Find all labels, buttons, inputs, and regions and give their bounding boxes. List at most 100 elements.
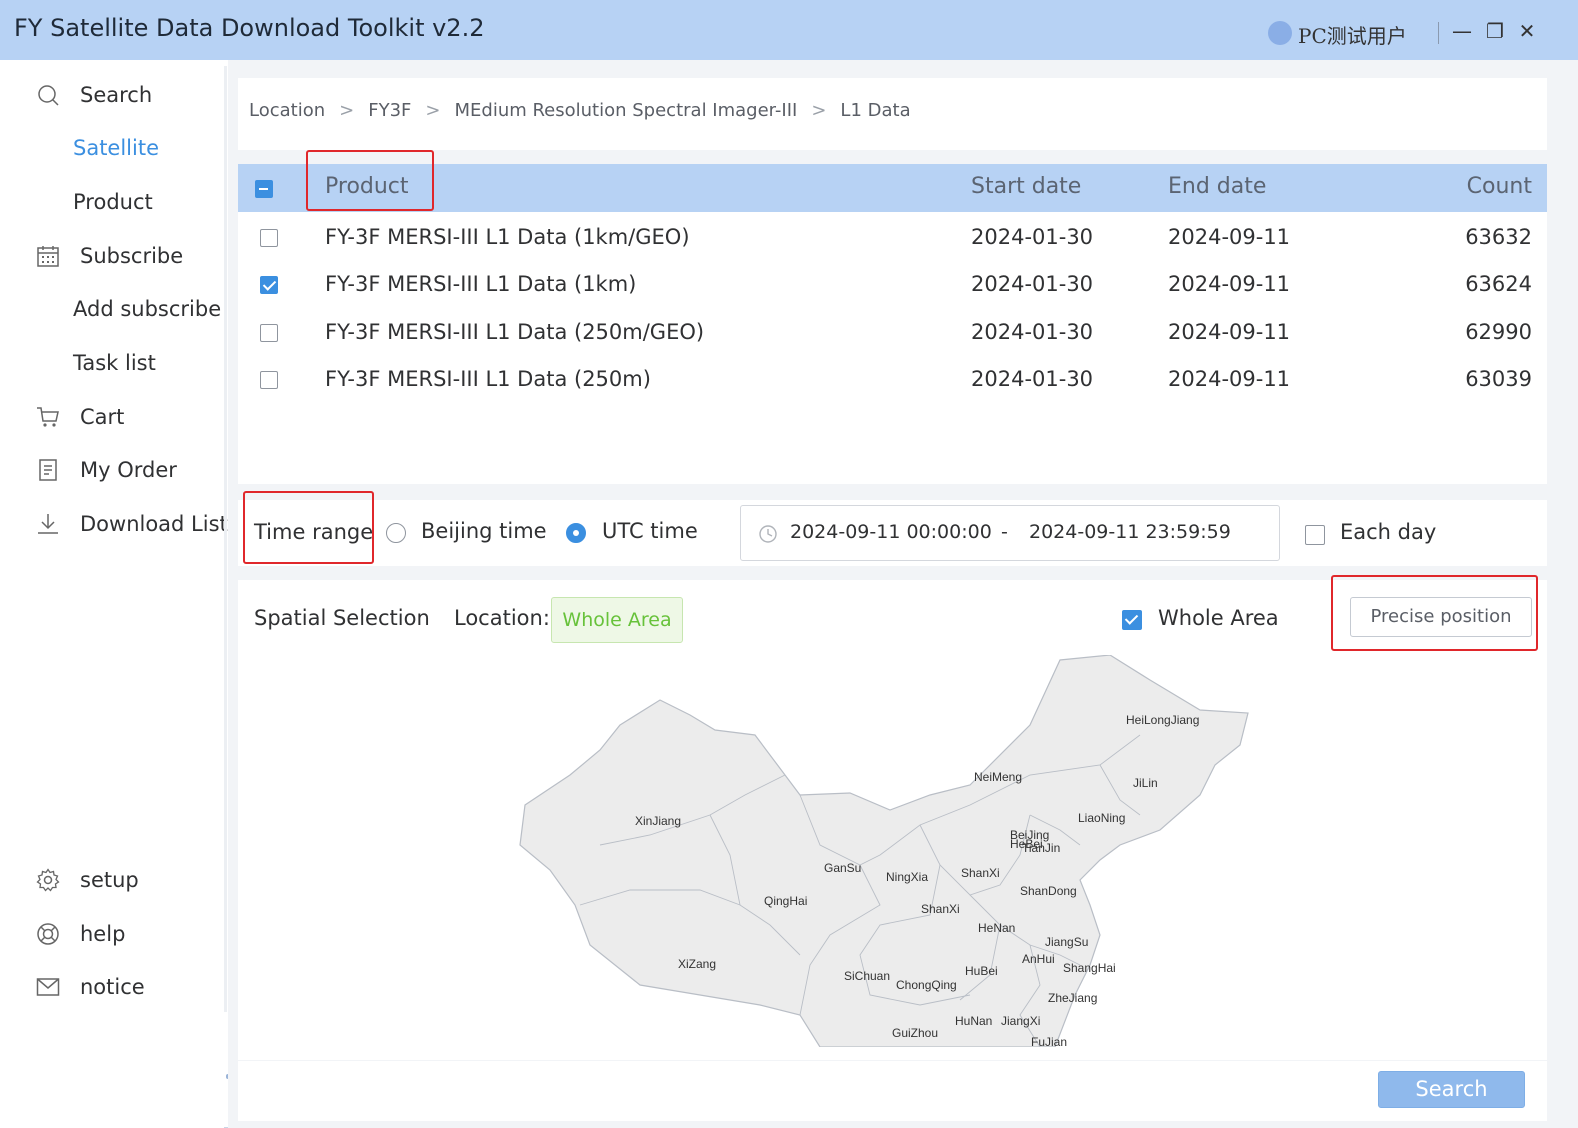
sidebar-item-satellite[interactable]: Satellite xyxy=(73,130,159,166)
breadcrumb-separator: > xyxy=(811,100,827,121)
province-label: AnHui xyxy=(1022,952,1055,966)
sidebar-item-label: My Order xyxy=(80,458,177,482)
precise-position-button[interactable]: Precise position xyxy=(1350,597,1532,637)
province-label: JiangSu xyxy=(1045,935,1088,949)
avatar[interactable] xyxy=(1268,21,1292,45)
breadcrumb-separator: > xyxy=(339,100,355,121)
province-label: ChongQing xyxy=(896,978,957,992)
province-label: ShangHai xyxy=(1063,961,1116,975)
province-label: HeiLongJiang xyxy=(1126,713,1199,727)
cell-end-date: 2024-09-11 xyxy=(1168,225,1291,249)
column-header-count: Count xyxy=(1466,174,1532,199)
table-row[interactable]: FY-3F MERSI-III L1 Data (250m) 2024-01-3… xyxy=(238,356,1547,404)
breadcrumb: Location > FY3F > MEdium Resolution Spectral… xyxy=(249,100,911,121)
location-value-tag: Whole Area xyxy=(551,597,683,643)
province-label: ZheJiang xyxy=(1048,991,1097,1005)
china-map[interactable]: HeiLongJiang JiLin NeiMeng LiaoNing XinJ… xyxy=(500,655,1280,1047)
close-icon[interactable]: ✕ xyxy=(1514,18,1540,44)
cell-product: FY-3F MERSI-III L1 Data (250m) xyxy=(325,367,651,391)
breadcrumb-item-instrument[interactable]: MEdium Resolution Spectral Imager-III xyxy=(454,100,797,121)
cell-start-date: 2024-01-30 xyxy=(971,367,1094,391)
sidebar-item-label: Search xyxy=(80,83,153,107)
maximize-icon[interactable]: ❐ xyxy=(1482,18,1508,44)
province-label: ShanXi xyxy=(921,902,960,916)
each-day-label[interactable]: Each day xyxy=(1340,520,1436,544)
location-label: Location: xyxy=(454,606,550,630)
date-range-separator: - xyxy=(1001,521,1008,543)
breadcrumb-item-satellite[interactable]: FY3F xyxy=(368,100,411,121)
province-label: XiZang xyxy=(678,957,716,971)
cell-start-date: 2024-01-30 xyxy=(971,320,1094,344)
whole-area-label[interactable]: Whole Area xyxy=(1158,606,1279,630)
gear-icon xyxy=(36,868,60,892)
beijing-time-radio[interactable] xyxy=(386,523,406,543)
sidebar-item-label: Subscribe xyxy=(80,244,184,268)
user-name[interactable]: PC测试用户 xyxy=(1298,20,1407,49)
sidebar-item-label: notice xyxy=(80,975,145,999)
province-label: HeNan xyxy=(978,921,1015,935)
sidebar-item-task-list[interactable]: Task list xyxy=(73,345,156,381)
cell-count: 62990 xyxy=(1465,320,1532,344)
table-row[interactable]: FY-3F MERSI-III L1 Data (1km/GEO) 2024-0… xyxy=(238,214,1547,262)
each-day-checkbox[interactable] xyxy=(1305,525,1325,545)
province-label: GanSu xyxy=(824,861,861,875)
province-label: GuiZhou xyxy=(892,1026,938,1040)
mail-icon xyxy=(36,978,60,996)
select-all-checkbox[interactable] xyxy=(255,180,273,198)
cell-end-date: 2024-09-11 xyxy=(1168,320,1291,344)
breadcrumb-item-location[interactable]: Location xyxy=(249,100,325,121)
cart-icon xyxy=(37,407,59,427)
utc-time-label[interactable]: UTC time xyxy=(602,519,698,543)
sidebar-item-label: help xyxy=(80,922,126,946)
row-checkbox[interactable] xyxy=(260,371,278,389)
document-icon xyxy=(39,459,57,481)
search-button[interactable]: Search xyxy=(1378,1071,1525,1108)
sidebar-item-product[interactable]: Product xyxy=(73,184,153,220)
province-label: LiaoNing xyxy=(1078,811,1125,825)
province-label: SiChuan xyxy=(844,969,890,983)
column-header-start-date: Start date xyxy=(971,174,1082,199)
province-label: QingHai xyxy=(764,894,807,908)
utc-time-radio[interactable] xyxy=(566,523,586,543)
footer-bar xyxy=(238,1061,1547,1121)
search-icon xyxy=(38,85,59,106)
province-label: XinJiang xyxy=(635,814,681,828)
province-label: ShanXi xyxy=(961,866,1000,880)
cell-product: FY-3F MERSI-III L1 Data (1km) xyxy=(325,272,637,296)
sidebar-item-add-subscribe[interactable]: Add subscribe xyxy=(73,291,221,327)
sidebar-item-label: Cart xyxy=(80,405,125,429)
cell-end-date: 2024-09-11 xyxy=(1168,367,1291,391)
cell-count: 63632 xyxy=(1465,225,1532,249)
clock-icon xyxy=(759,525,777,543)
beijing-time-label[interactable]: Beijing time xyxy=(421,519,547,543)
cell-start-date: 2024-01-30 xyxy=(971,225,1094,249)
province-label: FuJian xyxy=(1031,1035,1067,1047)
date-range-picker[interactable]: 2024-09-11 00:00:00 - 2024-09-11 23:59:5… xyxy=(740,505,1280,561)
province-label: NingXia xyxy=(886,870,928,884)
row-checkbox[interactable] xyxy=(260,229,278,247)
title-bar: FY Satellite Data Download Toolkit v2.2 … xyxy=(0,0,1578,60)
province-label: JiangXi xyxy=(1001,1014,1040,1028)
breadcrumb-separator: > xyxy=(425,100,441,121)
province-label: HuNan xyxy=(955,1014,992,1028)
calendar-icon xyxy=(37,246,59,267)
row-checkbox[interactable] xyxy=(260,276,278,294)
end-datetime[interactable]: 2024-09-11 23:59:59 xyxy=(1029,521,1231,543)
sidebar: Search Satellite Product Subscribe Add s… xyxy=(0,60,228,1128)
cell-count: 63039 xyxy=(1465,367,1532,391)
time-range-label: Time range xyxy=(254,520,374,544)
column-header-product: Product xyxy=(325,174,409,199)
cell-count: 63624 xyxy=(1465,272,1532,296)
cell-product: FY-3F MERSI-III L1 Data (1km/GEO) xyxy=(325,225,690,249)
start-datetime[interactable]: 2024-09-11 00:00:00 xyxy=(790,521,992,543)
row-checkbox[interactable] xyxy=(260,324,278,342)
table-row[interactable]: FY-3F MERSI-III L1 Data (1km) 2024-01-30… xyxy=(238,261,1547,309)
table-row[interactable]: FY-3F MERSI-III L1 Data (250m/GEO) 2024-… xyxy=(238,309,1547,357)
sidebar-item-label: Download List xyxy=(80,512,228,536)
minimize-icon[interactable]: — xyxy=(1449,18,1475,44)
title-bar-divider xyxy=(1438,22,1439,44)
whole-area-checkbox[interactable] xyxy=(1122,610,1142,630)
sidebar-divider xyxy=(224,66,227,1012)
cell-end-date: 2024-09-11 xyxy=(1168,272,1291,296)
province-label: TianJin xyxy=(1022,841,1060,855)
